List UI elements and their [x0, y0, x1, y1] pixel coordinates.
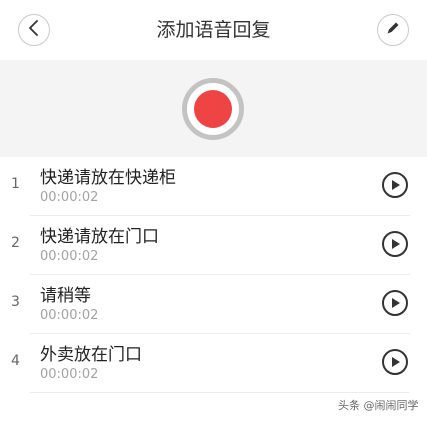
item-duration: 00:00:02	[40, 367, 99, 382]
item-index: 2	[11, 235, 20, 251]
watermark: 头条 @闹闹同学	[338, 399, 419, 412]
record-icon	[194, 90, 232, 128]
record-button[interactable]	[182, 78, 244, 140]
edit-button[interactable]	[377, 14, 409, 46]
list-item[interactable]: 4 外卖放在门口 00:00:02	[11, 334, 410, 393]
item-title: 快递请放在快递柜	[40, 168, 176, 188]
record-area	[0, 60, 427, 157]
play-button[interactable]	[382, 172, 408, 198]
item-index: 4	[11, 353, 20, 369]
item-title: 快递请放在门口	[40, 227, 159, 247]
item-index: 1	[11, 176, 20, 192]
item-index: 3	[11, 294, 20, 310]
list-item[interactable]: 1 快递请放在快递柜 00:00:02	[11, 157, 410, 216]
list-item[interactable]: 2 快递请放在门口 00:00:02	[11, 216, 410, 275]
play-icon	[389, 176, 401, 195]
chevron-left-icon	[28, 20, 40, 40]
header-bar: 添加语音回复	[0, 0, 427, 60]
play-icon	[389, 294, 401, 313]
play-button[interactable]	[382, 231, 408, 257]
reply-list: 1 快递请放在快递柜 00:00:02 2 快递请放在门口 00:00:02 3…	[0, 157, 427, 393]
item-title: 外卖放在门口	[40, 345, 142, 365]
item-duration: 00:00:02	[40, 249, 99, 264]
list-item[interactable]: 3 请稍等 00:00:02	[11, 275, 410, 334]
back-button[interactable]	[18, 14, 50, 46]
item-title: 请稍等	[40, 286, 91, 306]
page-title: 添加语音回复	[156, 19, 271, 41]
play-icon	[389, 235, 401, 254]
item-duration: 00:00:02	[40, 190, 99, 205]
play-icon	[389, 353, 401, 372]
play-button[interactable]	[382, 290, 408, 316]
pencil-icon	[385, 20, 401, 40]
item-duration: 00:00:02	[40, 308, 99, 323]
play-button[interactable]	[382, 349, 408, 375]
